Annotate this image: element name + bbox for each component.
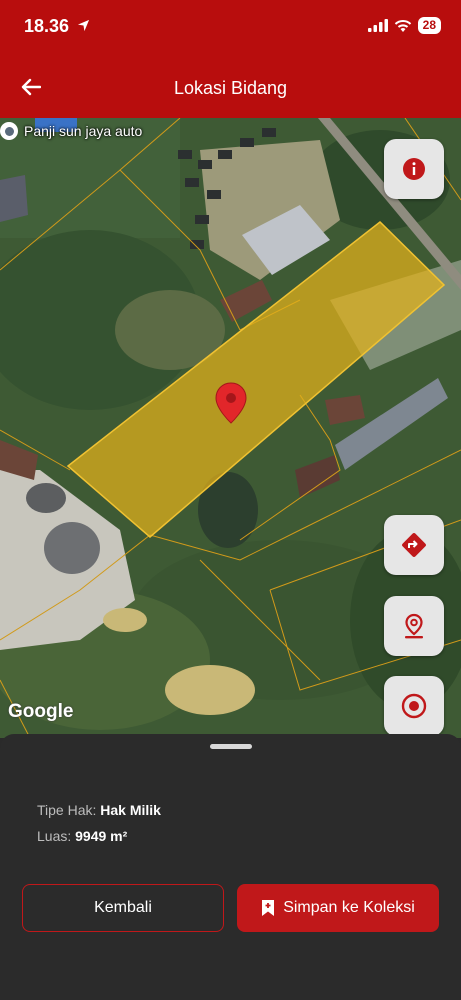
back-action-button[interactable]: Kembali	[22, 884, 224, 932]
signal-icon	[367, 19, 388, 32]
bookmark-plus-icon	[262, 900, 275, 916]
info-icon	[403, 158, 425, 180]
drag-handle[interactable]	[210, 744, 252, 749]
save-to-collection-label: Simpan ke Koleksi	[283, 899, 415, 916]
save-to-collection-button[interactable]: Simpan ke Koleksi	[237, 884, 439, 932]
bottom-sheet: Tipe Hak: Hak Milik Luas: 9949 m² Kembal…	[0, 734, 461, 1000]
land-area-row: Luas: 9949 m²	[37, 828, 127, 844]
poi-marker[interactable]: Panji sun jaya auto	[0, 122, 142, 140]
battery-indicator: 28	[417, 17, 441, 34]
wifi-icon	[394, 20, 411, 32]
map-marker-icon[interactable]	[215, 382, 247, 424]
directions-icon	[402, 533, 426, 557]
land-area-value: 9949 m²	[75, 828, 128, 844]
place-pin-icon	[405, 613, 423, 639]
my-location-button[interactable]	[384, 676, 444, 736]
location-arrow-icon	[77, 19, 90, 32]
app-bar: Lokasi Bidang	[0, 56, 461, 118]
place-pin-button[interactable]	[384, 596, 444, 656]
land-type-label: Tipe Hak:	[37, 802, 97, 818]
land-type-row: Tipe Hak: Hak Milik	[37, 802, 161, 818]
directions-button[interactable]	[384, 515, 444, 575]
clock-text: 18.36	[24, 16, 70, 36]
status-time: 18.36	[24, 16, 90, 37]
status-bar: 18.36 28	[0, 0, 461, 56]
status-indicators: 28	[367, 17, 441, 34]
poi-icon	[0, 122, 18, 140]
target-icon	[401, 693, 427, 719]
page-title: Lokasi Bidang	[173, 78, 288, 98]
back-action-label: Kembali	[94, 899, 152, 916]
poi-label: Panji sun jaya auto	[24, 123, 143, 139]
info-button[interactable]	[384, 139, 444, 199]
land-type-value: Hak Milik	[100, 802, 161, 818]
google-attribution: Google	[8, 701, 74, 722]
land-area-label: Luas:	[37, 828, 72, 844]
